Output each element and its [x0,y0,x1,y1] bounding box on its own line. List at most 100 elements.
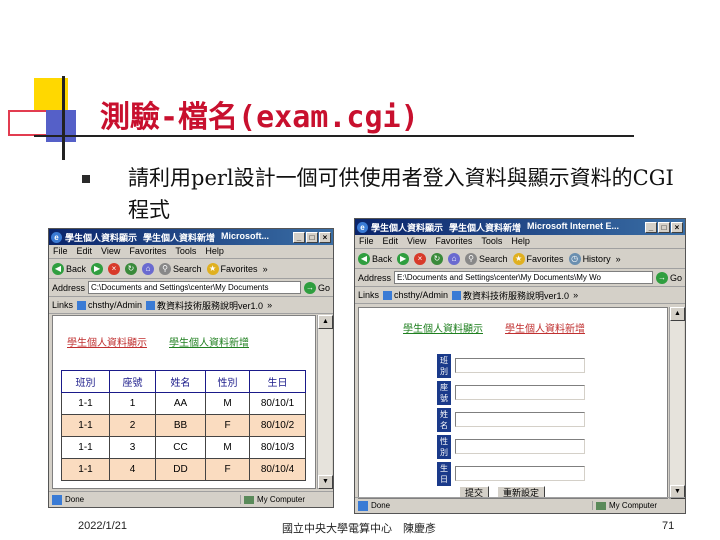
address-label: Address [358,272,392,283]
close-button[interactable]: × [319,231,331,243]
menu-favorites[interactable]: Favorites [435,236,472,247]
title-tab-add[interactable]: 學生個人資料新增 [143,231,215,244]
link-admin[interactable]: chsthy/Admin [383,290,448,300]
links-more[interactable]: » [267,300,272,310]
scroll-up-icon[interactable]: ▲ [318,315,333,329]
forward-arrow-icon: ▶ [397,252,410,265]
seat-input[interactable] [455,385,585,400]
links-label: Links [358,290,380,300]
menu-tools[interactable]: Tools [175,246,196,257]
menu-edit[interactable]: Edit [77,246,93,257]
title-bar[interactable]: e 學生個人資料顯示 學生個人資料新增 Microsoft Internet E… [355,219,685,235]
cell: 4 [109,458,156,481]
minimize-button[interactable]: _ [645,221,657,233]
link-display-page[interactable]: 學生個人資料顯示 [67,334,147,349]
toolbar-more[interactable]: » [263,264,268,274]
link-add-page[interactable]: 學生個人資料新增 [505,320,585,335]
title-tab-display[interactable]: 學生個人資料顯示 [371,221,443,234]
search-button[interactable]: ⚲ Search [159,262,202,275]
table-header-row: 班別 座號 姓名 性別 生日 [61,370,306,393]
cell: 1 [109,392,156,415]
link-service[interactable]: 教資料技術服務說明ver1.0 [452,289,569,302]
table-row: 1-1 1 AA M 80/10/1 [61,392,306,415]
history-button[interactable]: ◷ History [568,252,611,265]
cell: 80/10/2 [249,414,306,437]
maximize-button[interactable]: □ [658,221,670,233]
title-bar[interactable]: e 學生個人資料顯示 學生個人資料新增 Microsoft... _ □ × [49,229,333,245]
search-button[interactable]: ⚲ Search [465,252,508,265]
vertical-scrollbar[interactable]: ▲ ▼ [317,315,333,489]
links-more[interactable]: » [573,290,578,300]
computer-icon [244,495,254,504]
scroll-down-icon[interactable]: ▼ [318,475,333,489]
decor-vertical-line [62,76,65,160]
menu-file[interactable]: File [359,236,374,247]
link-service[interactable]: 教資料技術服務說明ver1.0 [146,299,263,312]
browser-window-display: e 學生個人資料顯示 學生個人資料新增 Microsoft... _ □ × F… [48,228,334,508]
cell: 80/10/3 [249,436,306,459]
go-button[interactable]: → Go [303,281,330,294]
link-admin[interactable]: chsthy/Admin [77,300,142,310]
menu-view[interactable]: View [101,246,120,257]
menu-file[interactable]: File [53,246,68,257]
gender-input[interactable] [455,439,585,454]
home-button[interactable]: ⌂ [142,262,155,275]
menu-view[interactable]: View [407,236,426,247]
refresh-button[interactable]: ↻ [125,262,138,275]
cell: 80/10/1 [249,392,306,415]
bullet-text: 請利用perl設計一個可供使用者登入資料與顯示資料的CGI程式 [128,166,674,222]
minimize-button[interactable]: _ [293,231,305,243]
forward-button[interactable]: ▶ [397,252,410,265]
history-icon: ◷ [568,252,581,265]
birthday-input[interactable] [455,466,585,481]
refresh-button[interactable]: ↻ [431,252,444,265]
refresh-icon: ↻ [431,252,444,265]
back-button[interactable]: ◀ Back [52,262,86,275]
search-icon: ⚲ [465,252,478,265]
close-button[interactable]: × [671,221,683,233]
stop-button[interactable]: × [414,252,427,265]
label-birthday: 生日 [437,461,451,486]
toolbar-more[interactable]: » [616,254,621,264]
status-zone: My Computer [257,495,306,504]
table-row: 1-1 4 DD F 80/10/4 [61,458,306,481]
address-bar: Address C:\Documents and Settings\center… [49,279,333,297]
vertical-scrollbar[interactable]: ▲ ▼ [669,307,685,499]
cell: 2 [109,414,156,437]
bullet-square-icon [82,175,90,183]
link-add-page[interactable]: 學生個人資料新增 [169,334,249,349]
menu-bar: File Edit View Favorites Tools Help [355,235,685,249]
menu-help[interactable]: Help [511,236,530,247]
stop-button[interactable]: × [108,262,121,275]
link-display-page[interactable]: 學生個人資料顯示 [403,320,483,335]
links-label: Links [52,300,74,310]
header-class: 班別 [61,370,110,393]
menu-favorites[interactable]: Favorites [129,246,166,257]
address-input[interactable]: C:\Documents and Settings\center\My Docu… [88,281,301,294]
menu-tools[interactable]: Tools [481,236,502,247]
title-tab-display[interactable]: 學生個人資料顯示 [65,231,137,244]
star-icon: ★ [512,252,525,265]
form-row-seat: 座號 [437,379,585,406]
home-button[interactable]: ⌂ [448,252,461,265]
title-tab-ie[interactable]: Microsoft Internet E... [527,221,619,234]
address-input[interactable]: E:\Documents and Settings\center\My Docu… [394,271,653,284]
menu-edit[interactable]: Edit [383,236,399,247]
title-tab-ie[interactable]: Microsoft... [221,231,269,244]
favorites-button[interactable]: ★ Favorites [206,262,258,275]
back-button[interactable]: ◀ Back [358,252,392,265]
menu-help[interactable]: Help [205,246,224,257]
go-button[interactable]: → Go [655,271,682,284]
scroll-up-icon[interactable]: ▲ [670,307,685,321]
forward-button[interactable]: ▶ [91,262,104,275]
class-input[interactable] [455,358,585,373]
links-bar: Links chsthy/Admin 教資料技術服務說明ver1.0 » [355,287,685,304]
favorites-button[interactable]: ★ Favorites [512,252,564,265]
form-row-name: 姓名 [437,406,585,433]
name-input[interactable] [455,412,585,427]
title-tab-add[interactable]: 學生個人資料新增 [449,221,521,234]
search-icon: ⚲ [159,262,172,275]
maximize-button[interactable]: □ [306,231,318,243]
page-icon [383,290,393,300]
cell: F [205,458,250,481]
